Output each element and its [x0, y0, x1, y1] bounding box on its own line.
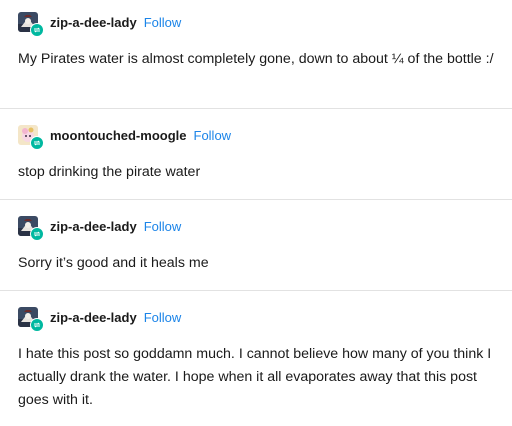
reblog-icon	[30, 136, 44, 150]
avatar[interactable]	[18, 12, 44, 37]
follow-button[interactable]: Follow	[194, 128, 232, 143]
divider	[0, 108, 512, 109]
reblog-icon	[30, 23, 44, 37]
post-header: zip-a-dee-lady Follow	[18, 12, 182, 37]
avatar[interactable]	[18, 307, 44, 332]
follow-button[interactable]: Follow	[144, 310, 182, 325]
post-header: zip-a-dee-lady Follow	[18, 307, 182, 332]
avatar[interactable]	[18, 216, 44, 241]
divider	[0, 199, 512, 200]
divider	[0, 290, 512, 291]
username[interactable]: moontouched-moogle	[50, 128, 187, 143]
post-text: Sorry it’s good and it heals me	[18, 255, 209, 271]
reblog-icon	[30, 318, 44, 332]
post-header: zip-a-dee-lady Follow	[18, 216, 182, 241]
reblog-icon	[30, 227, 44, 241]
follow-button[interactable]: Follow	[144, 15, 182, 30]
post-header: moontouched-moogle Follow	[18, 125, 232, 150]
post-text: My Pirates water is almost completely go…	[18, 51, 494, 67]
post-text: I hate this post so goddamn much. I cann…	[18, 346, 492, 408]
follow-button[interactable]: Follow	[144, 219, 182, 234]
post-text: stop drinking the pirate water	[18, 164, 201, 180]
username[interactable]: zip-a-dee-lady	[50, 219, 137, 234]
username[interactable]: zip-a-dee-lady	[50, 15, 137, 30]
avatar[interactable]	[18, 125, 44, 150]
username[interactable]: zip-a-dee-lady	[50, 310, 137, 325]
